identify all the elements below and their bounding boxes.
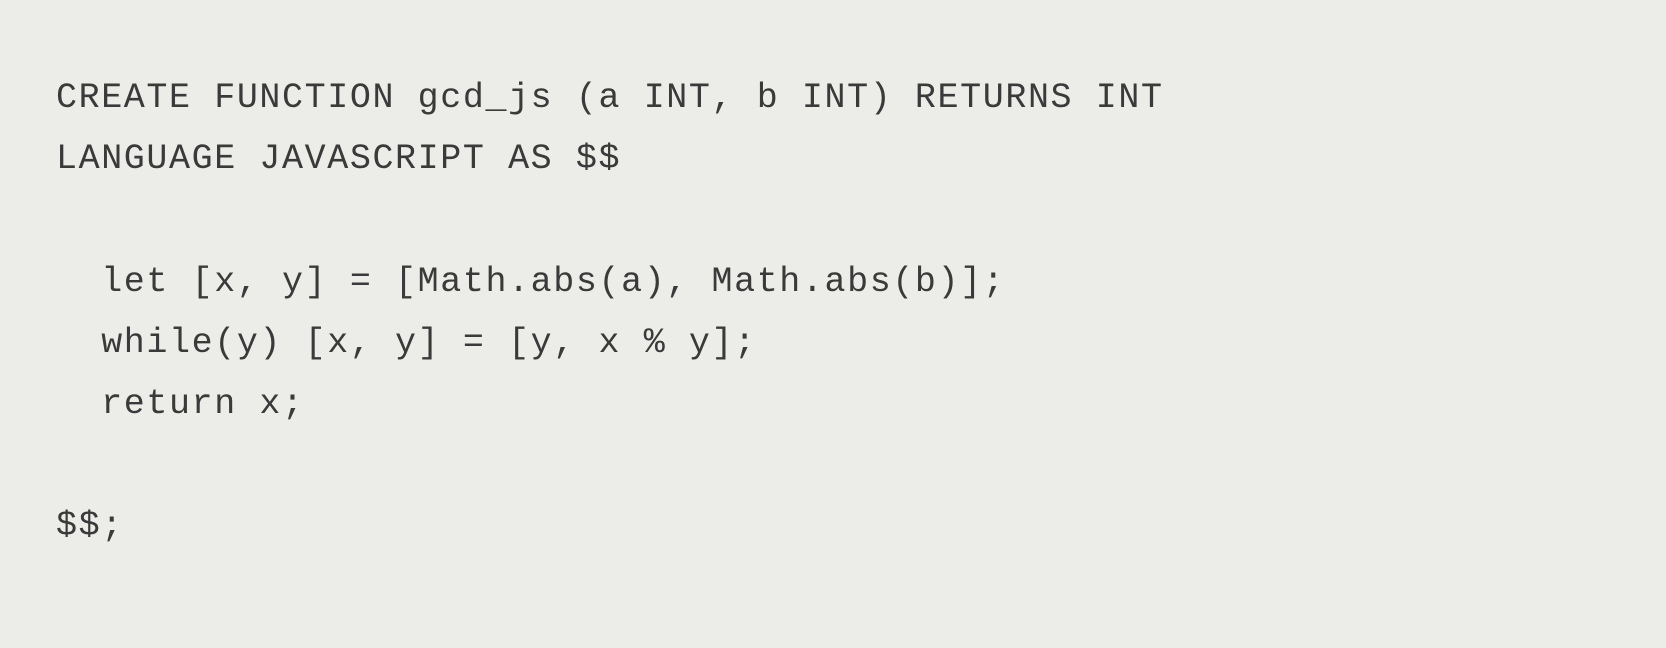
code-line-3: let [x, y] = [Math.abs(a), Math.abs(b)]; [56, 252, 1610, 313]
code-line-6: $$; [56, 496, 1610, 557]
code-line-2: LANGUAGE JAVASCRIPT AS $$ [56, 129, 1610, 190]
code-line-1: CREATE FUNCTION gcd_js (a INT, b INT) RE… [56, 68, 1610, 129]
code-block: CREATE FUNCTION gcd_js (a INT, b INT) RE… [0, 0, 1666, 558]
code-line-5: return x; [56, 374, 1610, 435]
code-line-4: while(y) [x, y] = [y, x % y]; [56, 313, 1610, 374]
blank-line-2 [56, 435, 1610, 496]
blank-line [56, 191, 1610, 252]
